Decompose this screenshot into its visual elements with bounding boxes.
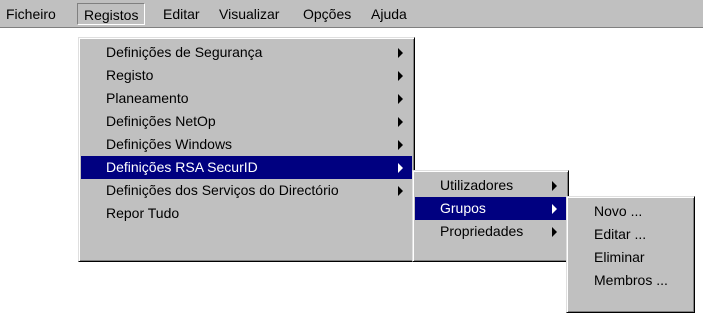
menu-item-eliminar[interactable]: Eliminar xyxy=(569,246,692,269)
menu-item-registo[interactable]: Registo xyxy=(81,64,412,87)
menu-item-propriedades[interactable]: Propriedades xyxy=(415,220,566,243)
menu-item-definicoes-seguranca[interactable]: Definições de Segurança xyxy=(81,41,412,64)
menu-item-label: Eliminar xyxy=(594,249,645,265)
menu-item-label: Utilizadores xyxy=(440,177,514,193)
registos-menu: Definições de Segurança Registo Planeame… xyxy=(78,37,415,262)
menu-item-repor-tudo[interactable]: Repor Tudo xyxy=(81,202,412,225)
menu-item-label: Propriedades xyxy=(440,223,524,239)
menu-item-membros[interactable]: Membros ... xyxy=(569,269,692,292)
menu-item-grupos[interactable]: Grupos xyxy=(415,197,566,220)
menu-item-label: Definições Windows xyxy=(106,136,233,152)
submenu-arrow-icon xyxy=(552,181,557,191)
submenu-arrow-icon xyxy=(552,227,557,237)
menu-ajuda[interactable]: Ajuda xyxy=(365,3,413,25)
menu-item-label: Definições NetOp xyxy=(106,113,216,129)
menu-item-definicoes-servicos-directorio[interactable]: Definições dos Serviços do Directório xyxy=(81,179,412,202)
menu-item-label: Definições dos Serviços do Directório xyxy=(106,182,339,198)
submenu-arrow-icon xyxy=(398,117,403,127)
menu-bar: Ficheiro Registos Editar Visualizar Opçõ… xyxy=(0,0,703,28)
menu-item-editar[interactable]: Editar ... xyxy=(569,223,692,246)
menu-item-label: Definições RSA SecurID xyxy=(106,159,258,175)
submenu-arrow-icon xyxy=(552,204,557,214)
menu-ficheiro[interactable]: Ficheiro xyxy=(0,3,62,25)
menu-item-label: Editar ... xyxy=(594,226,647,242)
menu-registos[interactable]: Registos xyxy=(77,3,146,25)
menu-item-novo[interactable]: Novo ... xyxy=(569,200,692,223)
menu-item-definicoes-windows[interactable]: Definições Windows xyxy=(81,133,412,156)
menu-item-label: Membros ... xyxy=(594,272,668,288)
submenu-arrow-icon xyxy=(398,94,403,104)
menu-opcoes[interactable]: Opções xyxy=(297,3,357,25)
submenu-arrow-icon xyxy=(398,186,403,196)
submenu-arrow-icon xyxy=(398,163,403,173)
menu-item-label: Definições de Segurança xyxy=(106,44,263,60)
rsa-securid-submenu: Utilizadores Grupos Propriedades xyxy=(412,170,569,262)
menu-item-utilizadores[interactable]: Utilizadores xyxy=(415,174,566,197)
menu-editar[interactable]: Editar xyxy=(157,3,206,25)
menu-item-label: Novo ... xyxy=(594,203,643,219)
menu-item-label: Grupos xyxy=(440,200,486,216)
submenu-arrow-icon xyxy=(398,48,403,58)
menu-item-label: Registo xyxy=(106,67,154,83)
submenu-arrow-icon xyxy=(398,71,403,81)
menu-item-planeamento[interactable]: Planeamento xyxy=(81,87,412,110)
menu-item-label: Planeamento xyxy=(106,90,189,106)
menu-item-label: Repor Tudo xyxy=(106,205,180,221)
menu-visualizar[interactable]: Visualizar xyxy=(213,3,285,25)
grupos-submenu: Novo ... Editar ... Eliminar Membros ... xyxy=(566,196,695,313)
menu-item-definicoes-netop[interactable]: Definições NetOp xyxy=(81,110,412,133)
submenu-arrow-icon xyxy=(398,140,403,150)
menu-item-definicoes-rsa-securid[interactable]: Definições RSA SecurID xyxy=(81,156,412,179)
